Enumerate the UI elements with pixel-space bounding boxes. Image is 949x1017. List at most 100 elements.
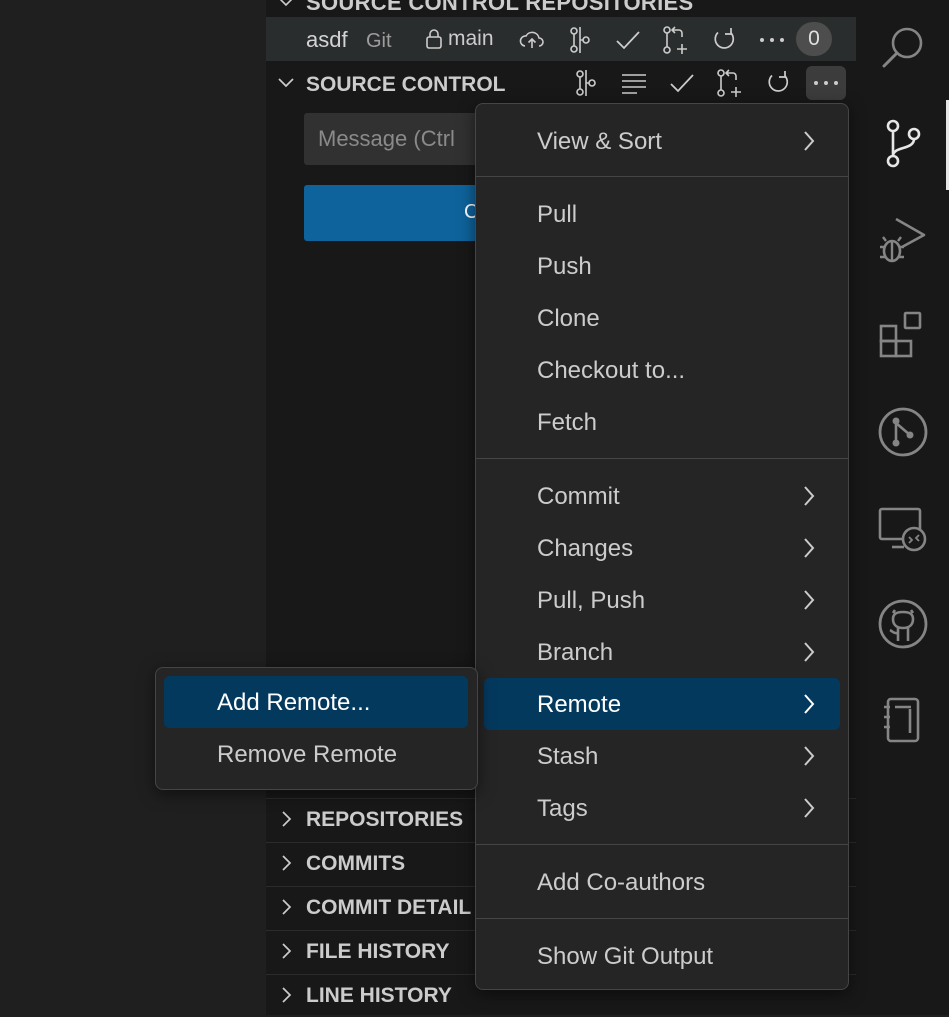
source-control-icon: [886, 119, 920, 168]
activity-extensions[interactable]: [856, 288, 949, 384]
more-actions-menu: View & Sort Pull Push Clone Checkout to.…: [475, 103, 849, 990]
run-debug-icon: [879, 217, 925, 263]
repo-branch-label: main: [448, 27, 494, 50]
menu-item-remote[interactable]: Remote: [484, 678, 840, 730]
section-title: REPOSITORIES: [306, 808, 464, 831]
menu-item-add-co-authors[interactable]: Add Co-authors: [484, 856, 840, 908]
github-icon: [878, 599, 927, 649]
chevron-right-icon: [804, 538, 815, 558]
submenu-item-remove-remote[interactable]: Remove Remote: [164, 728, 468, 780]
menu-item-label: Branch: [537, 639, 614, 666]
menu-item-pull-push[interactable]: Pull, Push: [484, 574, 840, 626]
repo-branch[interactable]: main: [424, 27, 494, 51]
check-icon: [670, 74, 694, 93]
activity-notebook[interactable]: [856, 672, 949, 768]
ellipsis-icon: [760, 38, 784, 42]
git-compare-icon: [576, 70, 596, 96]
menu-item-tags[interactable]: Tags: [484, 782, 840, 834]
pull-request-create-icon: [717, 69, 741, 97]
menu-item-label: Fetch: [537, 409, 598, 436]
chevron-right-icon: [804, 131, 815, 151]
list-icon: [622, 74, 646, 94]
remote-explorer-icon: [878, 507, 926, 552]
repository-row[interactable]: asdf Git main 0: [266, 17, 856, 61]
chevron-right-icon: [804, 590, 815, 610]
menu-item-label: Clone: [537, 305, 600, 332]
view-as-list-button[interactable]: [614, 66, 654, 100]
pull-request-create-icon: [663, 26, 687, 54]
changes-count-badge: 0: [796, 22, 832, 56]
menu-item-label: Show Git Output: [537, 943, 714, 970]
menu-item-commit[interactable]: Commit: [484, 470, 840, 522]
chevron-down-icon: [278, 78, 294, 88]
activity-run-debug[interactable]: [856, 192, 949, 288]
section-title: FILE HISTORY: [306, 940, 450, 963]
menu-item-label: Tags: [537, 795, 588, 822]
repositories-header[interactable]: SOURCE CONTROL REPOSITORIES: [266, 0, 856, 16]
refresh-button[interactable]: [704, 23, 744, 57]
activity-github[interactable]: [856, 576, 949, 672]
activity-git-graph[interactable]: [856, 384, 949, 480]
create-pull-request-button[interactable]: [710, 66, 750, 100]
activity-source-control[interactable]: [856, 96, 949, 192]
commit-message-placeholder: Message (Ctrl: [318, 126, 455, 151]
refresh-button[interactable]: [758, 66, 798, 100]
menu-item-label: Commit: [537, 483, 620, 510]
menu-separator: [476, 918, 848, 919]
more-actions-button[interactable]: [806, 66, 846, 100]
graph-button[interactable]: [566, 66, 606, 100]
notebook-icon: [883, 697, 919, 743]
lock-icon: [426, 29, 442, 49]
repo-type: Git: [366, 30, 392, 52]
activity-remote-explorer[interactable]: [856, 480, 949, 576]
menu-item-push[interactable]: Push: [484, 240, 840, 292]
commit-check-button[interactable]: [662, 66, 702, 100]
menu-item-label: Add Co-authors: [537, 869, 706, 896]
extensions-icon: [879, 311, 921, 358]
menu-item-label: Checkout to...: [537, 357, 686, 384]
graph-button[interactable]: [560, 23, 600, 57]
chevron-right-icon: [804, 486, 815, 506]
section-title: COMMITS: [306, 852, 406, 875]
menu-item-label: Changes: [537, 535, 634, 562]
menu-item-checkout[interactable]: Checkout to...: [484, 344, 840, 396]
submenu-item-add-remote[interactable]: Add Remote...: [164, 676, 468, 728]
cloud-upload-icon: [519, 31, 544, 48]
menu-item-label: View & Sort: [537, 128, 662, 155]
menu-item-show-git-output[interactable]: Show Git Output: [484, 930, 840, 982]
more-actions-button[interactable]: [752, 23, 792, 57]
refresh-icon: [768, 71, 789, 92]
submenu-item-label: Add Remote...: [217, 689, 371, 716]
refresh-icon: [714, 28, 735, 49]
commit-check-button[interactable]: [608, 23, 648, 57]
chevron-right-icon: [804, 798, 815, 818]
chevron-right-icon: [804, 694, 815, 714]
activity-search[interactable]: [856, 0, 949, 96]
repositories-header-title: SOURCE CONTROL REPOSITORIES: [306, 0, 694, 15]
chevron-right-icon: [282, 899, 292, 915]
source-control-title: SOURCE CONTROL: [306, 73, 506, 96]
activity-bar: [856, 0, 949, 1015]
git-graph-icon: [878, 407, 927, 457]
menu-item-pull[interactable]: Pull: [484, 188, 840, 240]
publish-branch-button[interactable]: [512, 23, 552, 57]
menu-item-branch[interactable]: Branch: [484, 626, 840, 678]
menu-separator: [476, 844, 848, 845]
menu-item-fetch[interactable]: Fetch: [484, 396, 840, 448]
menu-item-changes[interactable]: Changes: [484, 522, 840, 574]
menu-item-label: Pull, Push: [537, 587, 646, 614]
search-icon: [882, 27, 922, 68]
chevron-right-icon: [282, 987, 292, 1003]
menu-separator: [476, 458, 848, 459]
menu-item-view-sort[interactable]: View & Sort: [484, 115, 840, 167]
check-icon: [616, 31, 640, 50]
create-pull-request-button[interactable]: [656, 23, 696, 57]
menu-item-clone[interactable]: Clone: [484, 292, 840, 344]
menu-separator: [476, 176, 848, 177]
chevron-right-icon: [282, 811, 292, 827]
source-control-header[interactable]: SOURCE CONTROL: [266, 64, 856, 106]
menu-item-stash[interactable]: Stash: [484, 730, 840, 782]
chevron-right-icon: [804, 642, 815, 662]
section-title: COMMIT DETAIL: [306, 896, 472, 919]
ellipsis-icon: [814, 81, 838, 85]
